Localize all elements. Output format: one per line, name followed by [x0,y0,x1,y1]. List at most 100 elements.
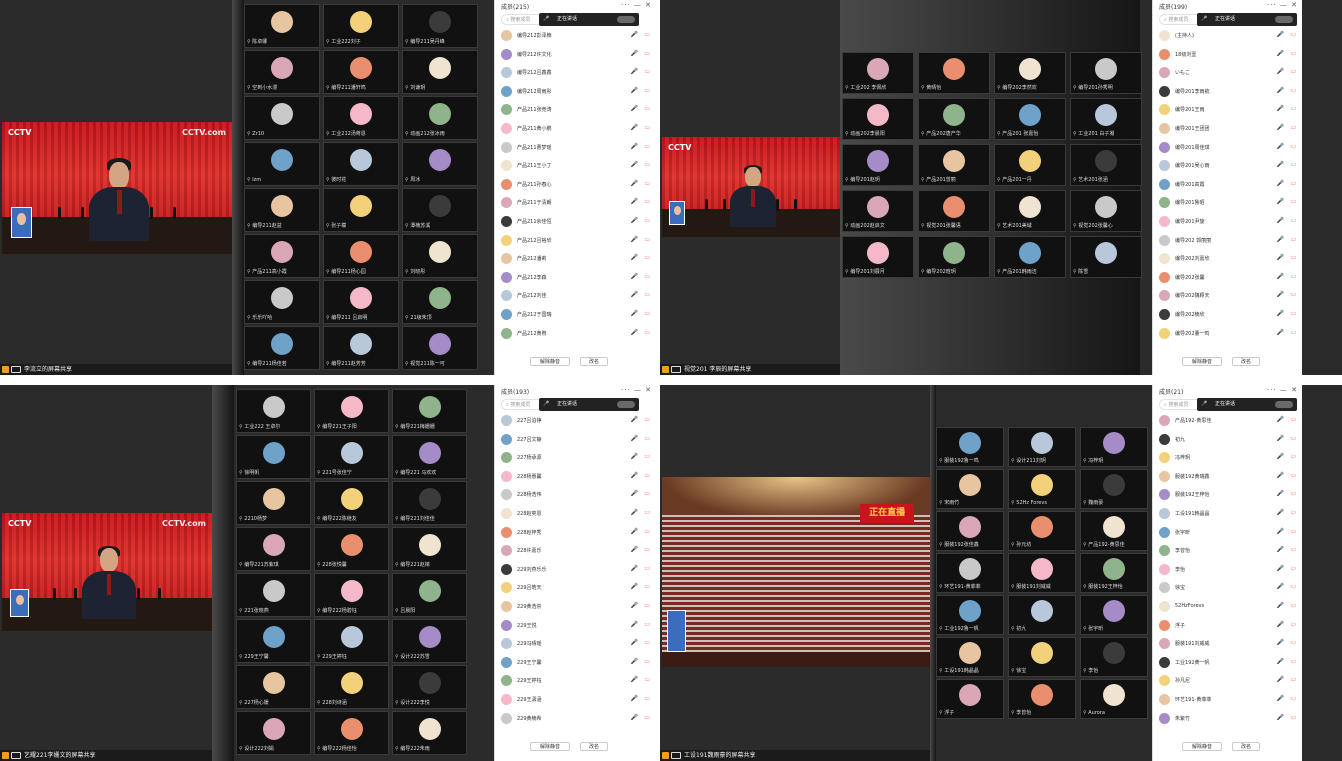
participant-tile[interactable]: 产品202唐产华 [918,98,990,140]
camera-off-icon[interactable]: ▭ [1290,472,1296,479]
camera-off-icon[interactable]: ▭ [644,143,650,150]
participant-tile[interactable]: 编导211 吕启明 [323,280,399,324]
camera-off-icon[interactable]: ▭ [1290,310,1296,317]
list-item[interactable]: 产品212刘佳 🎤 ▭ [501,288,652,304]
camera-off-icon[interactable]: ▭ [644,676,650,683]
list-item[interactable]: 229黄楠希 🎤 ▭ [501,711,652,727]
camera-off-icon[interactable]: ▭ [644,329,650,336]
participant-tile[interactable]: 服装192王梓怡 [1080,553,1148,593]
mic-muted-icon[interactable]: 🎤 [1277,87,1284,94]
mic-muted-icon[interactable]: 🎤 [631,180,638,187]
list-item[interactable]: 服装192王梓怡 🎤 ▭ [1159,487,1298,503]
participant-tile[interactable]: 陈雪 [1070,236,1142,278]
list-item[interactable]: 工设191韩晶晶 🎤 ▭ [1159,506,1298,522]
camera-off-icon[interactable]: ▭ [644,714,650,721]
mic-muted-icon[interactable]: 🎤 [1277,472,1284,479]
participant-tile[interactable]: 视觉201张馨语 [918,190,990,232]
unmute-all-button[interactable]: 解除静音 [530,357,570,366]
participant-tile[interactable]: 彼时花 [323,142,399,186]
mic-muted-icon[interactable]: 🎤 [631,509,638,516]
participant-tile[interactable]: 编导201刘展月 [842,236,914,278]
mic-muted-icon[interactable]: 🎤 [631,50,638,57]
mic-muted-icon[interactable]: 🎤 [1277,546,1284,553]
participant-tile[interactable]: 潭楠苏溪 [402,188,478,232]
mic-muted-icon[interactable]: 🎤 [1277,565,1284,572]
mic-muted-icon[interactable]: 🎤 [1277,105,1284,112]
list-item[interactable]: 229王宁馨 🎤 ▭ [501,655,652,671]
list-item[interactable]: 李怡 🎤 ▭ [1159,562,1298,578]
list-item[interactable]: 产品211孙春心 🎤 ▭ [501,177,652,193]
participant-tile[interactable]: 编导211吴丹峰 [402,4,478,48]
unmute-all-button[interactable]: 解除静音 [1182,357,1222,366]
camera-off-icon[interactable]: ▭ [1290,695,1296,702]
list-item[interactable]: 编导202张馨 🎤 ▭ [1159,270,1298,286]
mic-muted-icon[interactable]: 🎤 [631,676,638,683]
list-item[interactable]: 产品212黄煦 🎤 ▭ [501,326,652,342]
list-item[interactable]: 229王婷钰 🎤 ▭ [501,673,652,689]
mic-muted-icon[interactable]: 🎤 [631,490,638,497]
participant-tile[interactable]: 艺术201张涵 [1070,144,1142,186]
mic-muted-icon[interactable]: 🎤 [1277,217,1284,224]
camera-off-icon[interactable]: ▭ [644,453,650,460]
mic-muted-icon[interactable]: 🎤 [631,658,638,665]
participant-tile[interactable]: 徐宝 [1008,637,1076,677]
participant-tile[interactable]: 服装191刘威威 [1008,553,1076,593]
participant-tile[interactable]: 221号张佳宁 [314,435,389,479]
rename-button[interactable]: 改名 [1232,742,1260,751]
participant-tile[interactable]: 编导202晗玥 [918,236,990,278]
list-item[interactable]: 浮子 🎤 ▭ [1159,618,1298,634]
mic-muted-icon[interactable]: 🎤 [1277,602,1284,609]
mic-muted-icon[interactable]: 🎤 [1277,435,1284,442]
participant-tile[interactable]: 动画202赵启文 [842,190,914,232]
list-item[interactable]: 编导201鲁昭 🎤 ▭ [1159,195,1298,211]
camera-off-icon[interactable]: ▭ [1290,68,1296,75]
participant-tile[interactable]: 环艺191-黄菲菲 [936,553,1004,593]
participant-tile[interactable]: 产品201韩雨洁 [994,236,1066,278]
mic-muted-icon[interactable]: 🎤 [1277,695,1284,702]
mic-muted-icon[interactable]: 🎤 [631,273,638,280]
participant-tile[interactable]: 视觉211陈一可 [402,326,478,370]
camera-off-icon[interactable]: ▭ [644,31,650,38]
participant-tile[interactable]: 编导211赵芳芳 [323,326,399,370]
camera-off-icon[interactable]: ▭ [1290,639,1296,646]
camera-off-icon[interactable]: ▭ [1290,714,1296,721]
mic-muted-icon[interactable]: 🎤 [631,621,638,628]
participant-tile[interactable]: 工业222刘子 [323,4,399,48]
participant-tile[interactable]: 编导222杨佳怡 [314,711,389,755]
participant-tile[interactable]: 服装192张佳鑫 [936,511,1004,551]
participant-tile[interactable]: 编导201孙秀明 [1070,52,1142,94]
list-item[interactable]: 228赵梓秀 🎤 ▭ [501,525,652,541]
screen-share-video[interactable]: 正在直播 [662,477,930,667]
mic-muted-icon[interactable]: 🎤 [631,236,638,243]
camera-off-icon[interactable]: ▭ [644,490,650,497]
list-item[interactable]: 冯梓玥 🎤 ▭ [1159,450,1298,466]
camera-off-icon[interactable]: ▭ [644,621,650,628]
mic-muted-icon[interactable]: 🎤 [631,714,638,721]
list-item[interactable]: 产品211张竞涛 🎤 ▭ [501,102,652,118]
list-item[interactable]: 编导201高霞 🎤 ▭ [1159,177,1298,193]
list-item[interactable]: 产品211黄小鹏 🎤 ▭ [501,121,652,137]
camera-off-icon[interactable]: ▭ [1290,509,1296,516]
camera-off-icon[interactable]: ▭ [644,180,650,187]
mic-muted-icon[interactable]: 🎤 [1277,50,1284,57]
mic-muted-icon[interactable]: 🎤 [1277,254,1284,261]
participant-tile[interactable]: 编导222杨碧钰 [314,573,389,617]
participant-tile[interactable]: 52Hz Forevs [1008,469,1076,509]
list-item[interactable]: 229王潇涵 🎤 ▭ [501,692,652,708]
list-item[interactable]: 229冯晴瑶 🎤 ▭ [501,636,652,652]
camera-off-icon[interactable]: ▭ [1290,254,1296,261]
list-item[interactable]: 产品211于清朗 🎤 ▭ [501,195,652,211]
participant-tile[interactable]: 李怡 [1080,637,1148,677]
participant-tile[interactable]: 设计222李悦 [392,665,467,709]
mic-muted-icon[interactable]: 🎤 [631,639,638,646]
participant-tile[interactable]: 工业201 白子凝 [1070,98,1142,140]
participant-tile[interactable]: 编导211赵益 [244,188,320,232]
list-item[interactable]: 编导202刘嘉欣 🎤 ▭ [1159,251,1298,267]
mic-muted-icon[interactable]: 🎤 [1277,273,1284,280]
camera-off-icon[interactable]: ▭ [644,105,650,112]
participant-tile[interactable]: 工业222 王卓尔 [236,389,311,433]
mic-muted-icon[interactable]: 🎤 [631,453,638,460]
mic-muted-icon[interactable]: 🎤 [1277,310,1284,317]
camera-off-icon[interactable]: ▭ [1290,124,1296,131]
camera-off-icon[interactable]: ▭ [644,254,650,261]
